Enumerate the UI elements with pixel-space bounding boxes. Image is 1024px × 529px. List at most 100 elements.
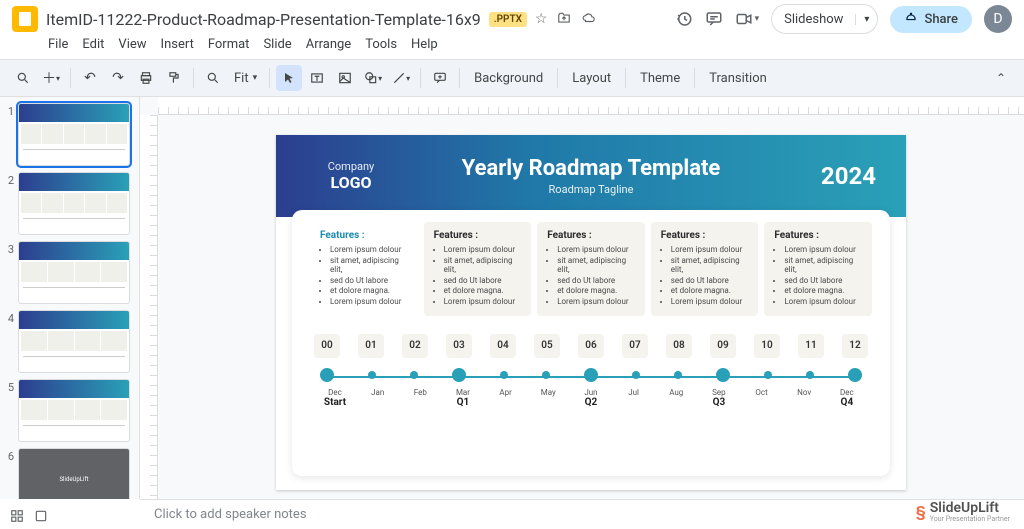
history-icon[interactable] (675, 10, 693, 28)
slide-subtitle: Roadmap Tagline (426, 183, 756, 196)
timeline-month-label: Apr (491, 388, 521, 397)
theme-button[interactable]: Theme (632, 67, 688, 90)
timeline-quarter-label (363, 397, 393, 408)
redo-icon[interactable]: ↷ (105, 65, 131, 91)
timeline-month-label: Jun (576, 388, 606, 397)
title-icons: ☆ (535, 11, 598, 27)
zoom-label: Fit (234, 71, 249, 86)
share-button[interactable]: Share (890, 6, 972, 33)
new-slide-icon[interactable]: ＋▾ (38, 65, 64, 91)
timeline-quarter-label: Start (320, 397, 350, 408)
slide-canvas[interactable]: Company LOGO Yearly Roadmap Template Roa… (276, 135, 906, 490)
select-tool-icon[interactable] (276, 65, 302, 91)
undo-icon[interactable]: ↶ (77, 65, 103, 91)
feature-column: Features : Lorem ipsum dolour sit amet, … (424, 222, 532, 316)
ruler-horizontal[interactable] (158, 97, 1024, 115)
watermark: § SlideUpLift Your Presentation Partner (916, 500, 1010, 523)
logo-label-bot: LOGO (306, 173, 396, 192)
feature-bullet: Lorem ipsum dolour (557, 245, 635, 255)
transition-button[interactable]: Transition (701, 67, 775, 90)
account-avatar[interactable]: D (984, 5, 1012, 33)
feature-bullet: sed do Ut labore (557, 276, 635, 286)
slide-thumbnail-1[interactable] (18, 103, 130, 166)
textbox-icon[interactable] (304, 65, 330, 91)
feature-bullet: Lorem ipsum dolour (671, 297, 749, 307)
timeline-dot (632, 371, 640, 379)
timeline-month-label: May (533, 388, 563, 397)
logo-label-top: Company (306, 160, 396, 173)
menu-slide[interactable]: Slide (257, 34, 297, 55)
star-icon[interactable]: ☆ (535, 11, 548, 27)
print-icon[interactable] (133, 65, 159, 91)
slideshow-dropdown[interactable]: ▾ (855, 14, 877, 25)
paint-format-icon[interactable] (161, 65, 187, 91)
timeline-dot (410, 371, 418, 379)
timeline-quarter-label (533, 397, 563, 408)
slide-thumbnail-2[interactable] (18, 172, 130, 235)
feature-bullet: sed do Ut labore (330, 276, 408, 286)
watermark-sub: Your Presentation Partner (930, 516, 1010, 523)
feature-title: Features : (434, 230, 522, 241)
line-icon[interactable]: ▾ (388, 65, 414, 91)
filmstrip[interactable]: 1 2 3 4 (0, 97, 140, 499)
slide-header: Company LOGO Yearly Roadmap Template Roa… (276, 135, 906, 217)
timeline-dot (542, 371, 550, 379)
canvas-scroll[interactable]: Company LOGO Yearly Roadmap Template Roa… (158, 115, 1024, 499)
slide-thumbnail-4[interactable] (18, 310, 130, 373)
collapse-toolbar-icon[interactable]: ⌃ (988, 67, 1014, 89)
slide-body-card: Features : Lorem ipsum dolour sit amet, … (292, 210, 890, 476)
slide-thumbnail-5[interactable] (18, 379, 130, 442)
ruler-vertical[interactable] (140, 115, 158, 499)
shape-icon[interactable]: ▾ (360, 65, 386, 91)
timeline-month-label: Mar (448, 388, 478, 397)
slideshow-button[interactable]: Slideshow (772, 12, 855, 27)
timeline-quarter-label: Q1 (448, 397, 478, 408)
feature-column: Features : Lorem ipsum dolour sit amet, … (651, 222, 759, 316)
timeline-quarter-label (747, 397, 777, 408)
slides-app-icon[interactable] (12, 6, 38, 32)
zoom-select[interactable]: Fit ▾ (228, 69, 263, 88)
thumb-number: 1 (4, 103, 14, 118)
timeline-quarter-label: Q2 (576, 397, 606, 408)
feature-bullet: Lorem ipsum dolour (330, 245, 408, 255)
feature-bullet: sit amet, adipiscing elit, (330, 256, 408, 275)
menu-format[interactable]: Format (202, 34, 256, 55)
comment-add-icon[interactable] (427, 65, 453, 91)
image-icon[interactable] (332, 65, 358, 91)
comments-icon[interactable] (705, 10, 723, 28)
cloud-status-icon[interactable] (581, 11, 597, 27)
menu-tools[interactable]: Tools (359, 34, 403, 55)
file-type-badge: .PPTX (489, 12, 527, 27)
speaker-notes[interactable]: Click to add speaker notes (140, 499, 1024, 529)
slide-thumbnail-6[interactable]: SlideUpLift (18, 448, 130, 499)
menu-file[interactable]: File (42, 34, 74, 55)
document-title[interactable]: ItemID-11222-Product-Roadmap-Presentatio… (46, 10, 481, 29)
thumb-number: 5 (4, 379, 14, 394)
menu-view[interactable]: View (112, 34, 152, 55)
month-box: 01 (358, 334, 384, 358)
menu-arrange[interactable]: Arrange (300, 34, 357, 55)
background-button[interactable]: Background (466, 67, 551, 90)
zoom-tool-icon[interactable] (200, 65, 226, 91)
timeline-quarter-label (661, 397, 691, 408)
explore-icon[interactable] (34, 509, 48, 523)
grid-view-icon[interactable] (10, 509, 24, 523)
timeline-month-label: Sep (704, 388, 734, 397)
move-icon[interactable] (557, 11, 571, 27)
feature-bullet: et dolore magna. (444, 286, 522, 296)
menu-edit[interactable]: Edit (76, 34, 110, 55)
search-menus-icon[interactable] (10, 65, 36, 91)
layout-button[interactable]: Layout (564, 67, 619, 90)
month-box: 07 (622, 334, 648, 358)
header-right: ▾ Slideshow ▾ Share D (675, 4, 1012, 34)
slide-thumbnail-3[interactable] (18, 241, 130, 304)
timeline-quarter-label (405, 397, 435, 408)
slide-year: 2024 (786, 162, 876, 190)
feature-title: Features : (320, 230, 408, 241)
present-meet-icon[interactable]: ▾ (735, 10, 760, 28)
menu-insert[interactable]: Insert (155, 34, 200, 55)
month-box: 00 (314, 334, 340, 358)
feature-title: Features : (774, 230, 862, 241)
menu-help[interactable]: Help (405, 34, 444, 55)
thumb-number: 6 (4, 448, 14, 463)
